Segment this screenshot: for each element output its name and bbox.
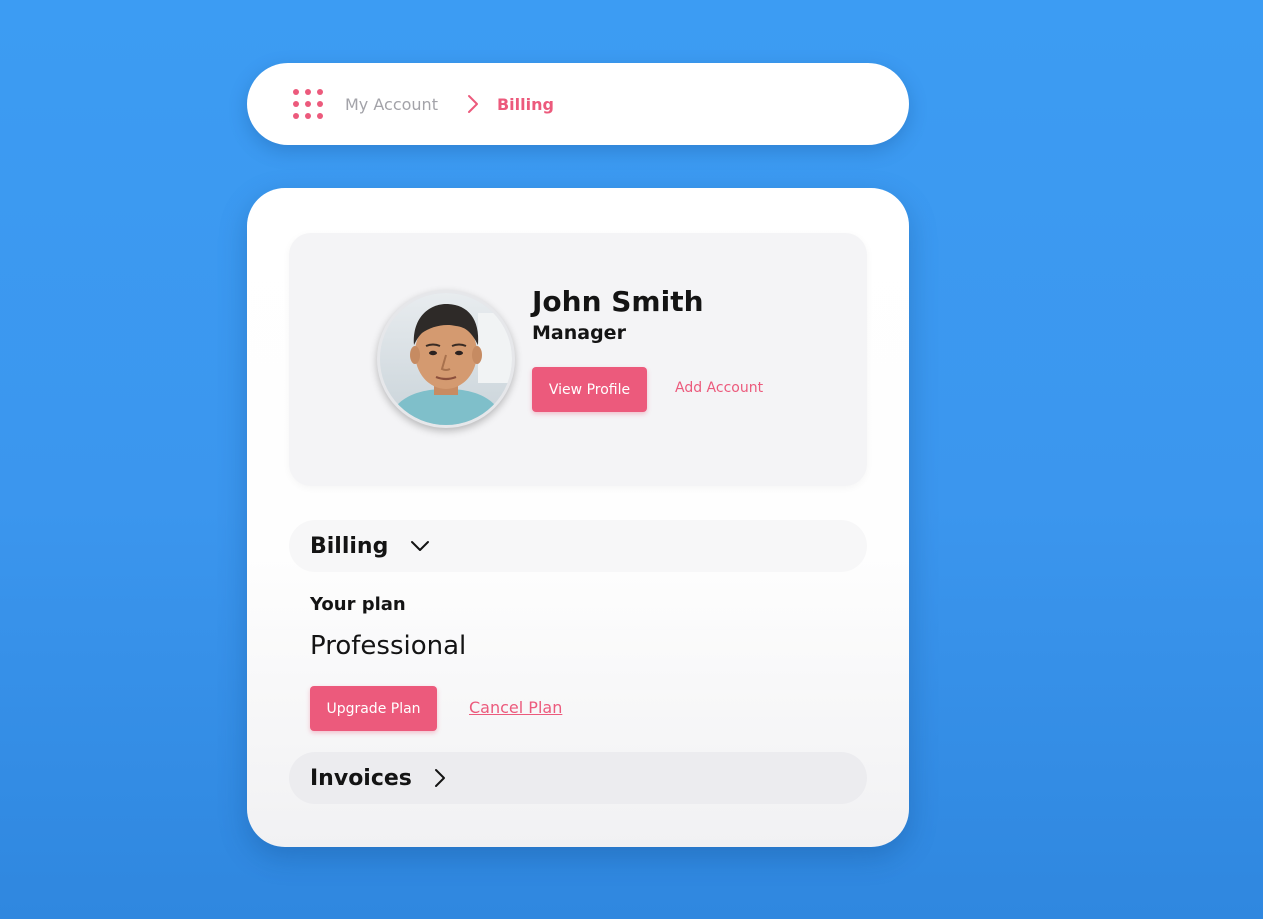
chevron-down-icon — [410, 540, 430, 552]
plan-label: Your plan — [310, 594, 406, 615]
upgrade-plan-button[interactable]: Upgrade Plan — [310, 686, 437, 731]
breadcrumb: My Account Billing — [247, 63, 909, 145]
grid-menu-icon[interactable] — [293, 89, 323, 119]
avatar[interactable] — [377, 290, 515, 428]
account-card: John Smith Manager View Profile Add Acco… — [247, 188, 909, 847]
invoices-section-title: Invoices — [310, 765, 412, 791]
cancel-plan-link[interactable]: Cancel Plan — [469, 698, 562, 717]
billing-section-title: Billing — [310, 533, 389, 559]
plan-name: Professional — [310, 631, 467, 661]
view-profile-button[interactable]: View Profile — [532, 367, 647, 412]
chevron-right-icon — [434, 768, 446, 788]
invoices-section-toggle[interactable]: Invoices — [289, 752, 867, 804]
chevron-right-icon — [462, 93, 484, 115]
add-account-link[interactable]: Add Account — [675, 380, 763, 396]
profile-role: Manager — [532, 322, 626, 344]
profile-panel: John Smith Manager View Profile Add Acco… — [289, 233, 867, 486]
breadcrumb-current: Billing — [496, 94, 554, 114]
user-photo-icon — [380, 293, 512, 425]
billing-section-toggle[interactable]: Billing — [289, 520, 867, 572]
breadcrumb-my-account[interactable]: My Account — [345, 95, 438, 114]
profile-name: John Smith — [532, 285, 704, 318]
